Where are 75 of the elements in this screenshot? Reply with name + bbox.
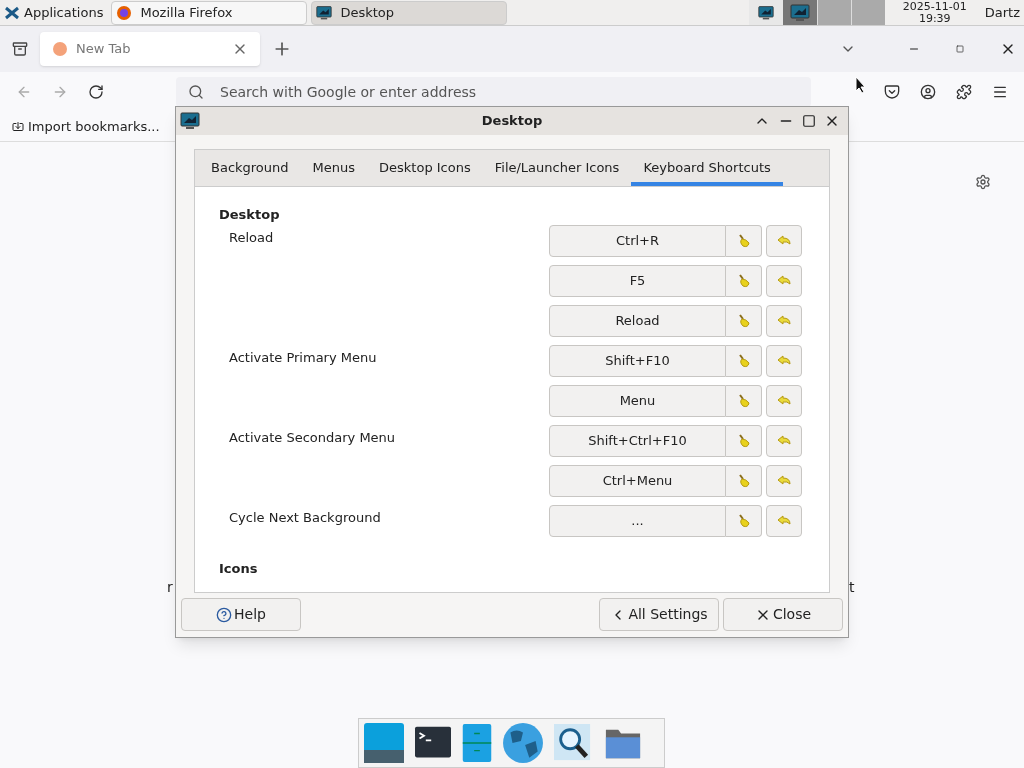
action-label: Activate Primary Menu: [229, 349, 378, 367]
settings-tab[interactable]: Desktop Icons: [367, 150, 483, 186]
applications-menu[interactable]: Applications: [0, 0, 108, 25]
shortcut-button[interactable]: Shift+F10: [549, 345, 726, 377]
settings-icon[interactable]: [975, 174, 991, 190]
settings-tab[interactable]: File/Launcher Icons: [482, 150, 632, 186]
taskbar-button[interactable]: Desktop: [311, 0, 508, 25]
monitor-icon: [180, 111, 200, 131]
workspace-switcher[interactable]: [748, 0, 885, 25]
taskbar-button[interactable]: Mozilla Firefox: [111, 0, 308, 25]
all-settings-button[interactable]: All Settings: [599, 598, 719, 631]
help-button[interactable]: Help: [181, 598, 301, 631]
clock-date: 2025-11-01: [902, 0, 967, 13]
page-text-fragment: r: [167, 578, 173, 597]
clear-shortcut-button[interactable]: [726, 385, 762, 417]
clear-shortcut-button[interactable]: [726, 505, 762, 537]
shortcut-button[interactable]: Ctrl+R: [549, 225, 726, 257]
shortcut-button[interactable]: Ctrl+Menu: [549, 465, 726, 497]
clear-shortcut-button[interactable]: [726, 465, 762, 497]
clear-shortcut-button[interactable]: [726, 225, 762, 257]
browser-tab[interactable]: New Tab: [40, 32, 260, 66]
section-heading: Desktop: [219, 206, 281, 224]
clock-time: 19:39: [918, 12, 951, 25]
firefox-icon: [116, 4, 133, 21]
window-thumbnail-icon: [789, 2, 810, 23]
action-label: Cycle Next Background: [229, 509, 382, 527]
clear-shortcut-button[interactable]: [726, 265, 762, 297]
shortcut-button[interactable]: Reload: [549, 305, 726, 337]
pocket-icon[interactable]: [884, 84, 900, 100]
clear-shortcut-button[interactable]: [726, 425, 762, 457]
window-thumbnail-icon: [757, 4, 774, 21]
globe-icon[interactable]: [502, 722, 544, 764]
action-label: Reload: [229, 229, 275, 247]
settings-tab[interactable]: Background: [199, 150, 301, 186]
section-heading: Icons: [219, 560, 259, 578]
reset-shortcut-button[interactable]: [766, 385, 802, 417]
reset-shortcut-button[interactable]: [766, 425, 802, 457]
tab-overview-icon[interactable]: [12, 41, 28, 57]
reset-shortcut-button[interactable]: [766, 305, 802, 337]
magnifier-icon[interactable]: [554, 724, 592, 762]
maximize-icon[interactable]: [802, 114, 816, 128]
extensions-icon[interactable]: [956, 84, 972, 100]
monitor-icon: [316, 4, 333, 21]
close-button[interactable]: Close: [723, 598, 843, 631]
mouse-pointer-icon: [855, 76, 867, 94]
user-name: Dartz: [984, 3, 1021, 22]
firefox-icon: [52, 41, 68, 57]
reset-shortcut-button[interactable]: [766, 225, 802, 257]
shortcut-button[interactable]: F5: [549, 265, 726, 297]
clear-shortcut-button[interactable]: [726, 345, 762, 377]
shortcut-button[interactable]: Shift+Ctrl+F10: [549, 425, 726, 457]
reset-shortcut-button[interactable]: [766, 345, 802, 377]
menu-icon[interactable]: [992, 84, 1008, 100]
clear-shortcut-button[interactable]: [726, 305, 762, 337]
window-title: Desktop: [481, 112, 543, 131]
file-cabinet-icon[interactable]: [462, 724, 492, 762]
page-text-fragment: t: [849, 578, 855, 597]
reset-shortcut-button[interactable]: [766, 265, 802, 297]
forward-icon[interactable]: [52, 84, 68, 100]
action-label: Activate Secondary Menu: [229, 429, 397, 447]
shortcut-button[interactable]: ...: [549, 505, 726, 537]
settings-tab[interactable]: Menus: [300, 150, 368, 186]
address-bar[interactable]: Search with Google or enter address: [176, 77, 811, 107]
desktop-icon[interactable]: [364, 723, 404, 763]
reset-shortcut-button[interactable]: [766, 505, 802, 537]
search-icon: [188, 84, 204, 100]
import-bookmarks-link[interactable]: Import bookmarks...: [12, 116, 160, 137]
xfce-logo-icon: [4, 4, 20, 21]
shortcut-button[interactable]: Menu: [549, 385, 726, 417]
reload-icon[interactable]: [88, 84, 104, 100]
help-icon: [216, 606, 233, 623]
import-icon: [12, 120, 24, 133]
account-icon[interactable]: [920, 84, 936, 100]
reset-shortcut-button[interactable]: [766, 465, 802, 497]
back-icon[interactable]: [16, 84, 32, 100]
